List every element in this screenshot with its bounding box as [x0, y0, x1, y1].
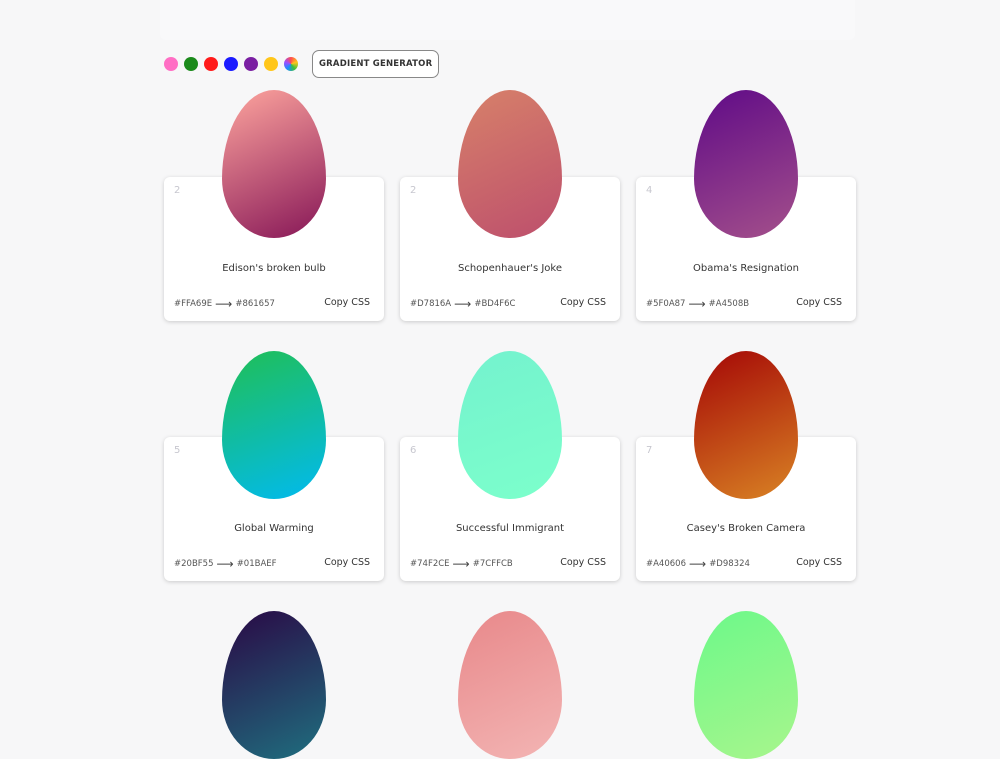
- card-number: 5: [174, 445, 181, 456]
- filter-green-dot[interactable]: [184, 57, 198, 71]
- copy-css-button[interactable]: Copy CSS: [324, 297, 370, 308]
- arrow-right-icon: ⟶: [454, 297, 472, 311]
- color-from[interactable]: #FFA69E: [174, 299, 212, 309]
- copy-css-button[interactable]: Copy CSS: [796, 557, 842, 568]
- gradient-egg[interactable]: [458, 90, 562, 238]
- gradient-codes: #20BF55 ⟶ #01BAEF: [174, 557, 277, 571]
- gradient-codes: #5F0A87 ⟶ #A4508B: [646, 297, 749, 311]
- card-number: 4: [646, 185, 653, 196]
- gradient-egg[interactable]: [458, 611, 562, 759]
- copy-css-button[interactable]: Copy CSS: [324, 557, 370, 568]
- gradient-name: Casey's Broken Camera: [686, 523, 806, 534]
- color-from[interactable]: #74F2CE: [410, 559, 450, 569]
- color-to[interactable]: #D98324: [709, 559, 750, 569]
- gradient-egg[interactable]: [222, 90, 326, 238]
- color-from[interactable]: #5F0A87: [646, 299, 685, 309]
- gradient-codes: #A40606 ⟶ #D98324: [646, 557, 750, 571]
- gradient-egg[interactable]: [458, 351, 562, 499]
- color-to[interactable]: #A4508B: [709, 299, 749, 309]
- gradient-codes: #FFA69E ⟶ #861657: [174, 297, 275, 311]
- color-to[interactable]: #861657: [235, 299, 275, 309]
- filter-red-dot[interactable]: [204, 57, 218, 71]
- color-from[interactable]: #20BF55: [174, 559, 213, 569]
- gradient-egg[interactable]: [222, 611, 326, 759]
- gradient-codes: #74F2CE ⟶ #7CFFCB: [410, 557, 513, 571]
- filter-purple-dot[interactable]: [244, 57, 258, 71]
- color-to[interactable]: #BD4F6C: [474, 299, 515, 309]
- gradient-name: Successful Immigrant: [455, 523, 565, 534]
- arrow-right-icon: ⟶: [688, 557, 707, 571]
- card-number: 2: [410, 185, 417, 196]
- arrow-right-icon: ⟶: [688, 297, 706, 311]
- card-number: 2: [174, 185, 181, 196]
- filter-blue-dot[interactable]: [224, 57, 238, 71]
- gradient-name: Schopenhauer's Joke: [458, 263, 562, 274]
- card-number: 6: [410, 445, 417, 456]
- gradient-name: Edison's broken bulb: [222, 263, 326, 274]
- gradient-name: Global Warming: [234, 523, 314, 534]
- copy-css-button[interactable]: Copy CSS: [796, 297, 842, 308]
- color-to[interactable]: #01BAEF: [237, 559, 277, 569]
- gradient-egg[interactable]: [694, 351, 798, 499]
- arrow-right-icon: ⟶: [452, 557, 470, 571]
- copy-css-button[interactable]: Copy CSS: [560, 557, 606, 568]
- color-to[interactable]: #7CFFCB: [473, 559, 513, 569]
- copy-css-button[interactable]: Copy CSS: [560, 297, 606, 308]
- filter-pink-dot[interactable]: [164, 57, 178, 71]
- gradient-name: Obama's Resignation: [693, 263, 799, 274]
- card-number: 7: [646, 445, 653, 456]
- filter-yellow-dot[interactable]: [264, 57, 278, 71]
- filter-all-colors-dot[interactable]: [284, 57, 298, 71]
- gradient-egg[interactable]: [694, 90, 798, 238]
- arrow-right-icon: ⟶: [215, 297, 233, 311]
- gradient-generator-button[interactable]: GRADIENT GENERATOR: [312, 50, 440, 78]
- color-from[interactable]: #A40606: [646, 559, 686, 569]
- gradient-egg[interactable]: [222, 351, 326, 499]
- arrow-right-icon: ⟶: [216, 557, 234, 571]
- gradient-codes: #D7816A ⟶ #BD4F6C: [410, 297, 515, 311]
- gradient-egg[interactable]: [694, 611, 798, 759]
- top-bar: [160, 0, 855, 40]
- color-filters: GRADIENT GENERATOR: [164, 50, 440, 78]
- color-from[interactable]: #D7816A: [410, 299, 451, 309]
